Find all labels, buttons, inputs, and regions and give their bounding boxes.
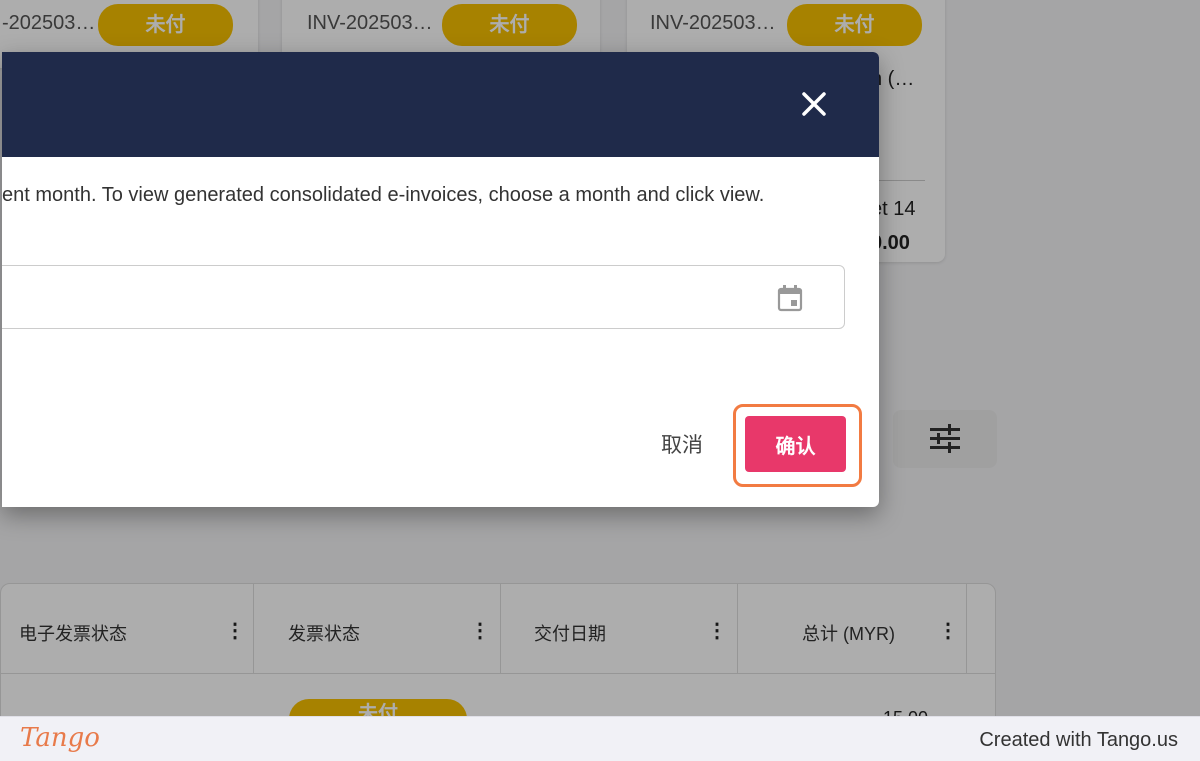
close-button[interactable] [794, 84, 834, 124]
tango-credit: Created with Tango.us [979, 729, 1178, 751]
dialog-header [2, 52, 879, 157]
dialog-description: ent month. To view generated consolidate… [2, 184, 765, 206]
confirm-button[interactable]: 确认 [745, 416, 846, 472]
close-icon [802, 92, 826, 116]
calendar-icon[interactable] [777, 284, 803, 312]
consolidated-einvoice-dialog: ent month. To view generated consolidate… [2, 52, 879, 507]
tango-logo: Tango [20, 723, 100, 753]
month-input[interactable] [2, 266, 773, 328]
month-picker-field[interactable] [2, 265, 845, 329]
cancel-button[interactable]: 取消 [647, 424, 717, 464]
tango-footer: Tango Created with Tango.us [0, 716, 1200, 761]
